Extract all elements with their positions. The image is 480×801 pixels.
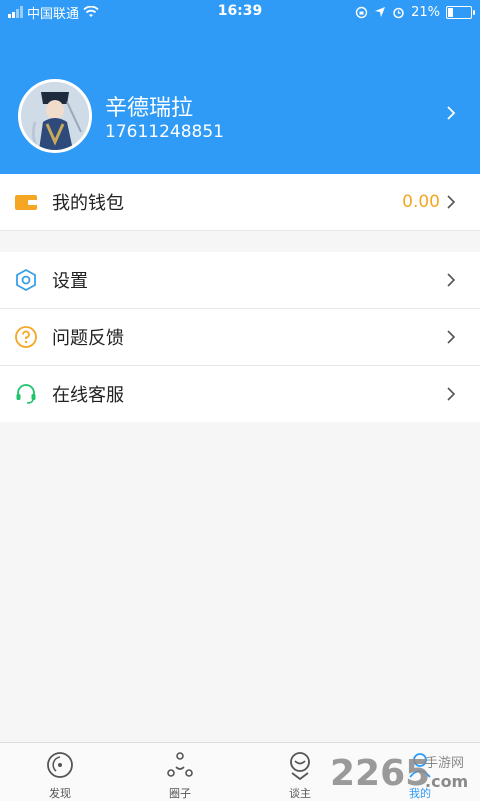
wallet-label: 我的钱包 [52,193,124,214]
watermark-com: .com [425,772,468,791]
tab-circle[interactable]: 圈子 [120,743,240,801]
menu-item-settings[interactable]: 设置 [0,252,480,308]
site-watermark: 2265 手游网 .com [330,753,468,794]
chevron-right-icon [447,273,456,287]
chevron-right-icon [447,387,456,401]
compass-icon [47,752,73,778]
battery-icon [446,5,475,19]
wallet-icon [15,195,37,210]
status-bar: 中国联通 16:39 21% [0,0,480,24]
question-circle-icon [15,326,37,348]
menu-item-label: 问题反馈 [52,328,124,349]
status-right: 21% [355,0,475,24]
host-icon [290,752,310,781]
watermark-suffix: 手游网 [425,756,464,771]
divider [0,230,480,231]
tab-discover[interactable]: 发现 [0,743,120,801]
menu-item-label: 在线客服 [52,385,124,406]
chevron-right-icon [447,195,456,209]
wallet-row[interactable]: 我的钱包 0.00 [0,174,480,230]
settings-hexagon-icon [16,268,36,292]
wallet-amount: 0.00 [402,192,440,212]
menu-item-label: 设置 [52,271,88,292]
alarm-icon [393,7,404,18]
battery-percent: 21% [411,4,440,20]
phone-number: 17611248851 [105,122,224,142]
tab-label: 发现 [49,787,71,800]
avatar[interactable] [18,79,92,153]
location-icon [375,7,386,17]
rotation-lock-icon [355,6,368,18]
tab-label: 圈子 [169,787,191,800]
profile-header[interactable]: 辛德瑞拉 17611248851 [0,24,480,174]
battery-level-fill [448,7,453,17]
chevron-right-icon[interactable] [444,106,458,120]
headset-icon [16,384,36,404]
menu-item-customer-service[interactable]: 在线客服 [0,366,480,422]
menu-item-feedback[interactable]: 问题反馈 [0,309,480,365]
avatar-image [21,82,89,150]
circle-group-icon [167,752,193,777]
chevron-right-icon [447,330,456,344]
watermark-number: 2265 [330,753,430,794]
username: 辛德瑞拉 [105,96,194,121]
